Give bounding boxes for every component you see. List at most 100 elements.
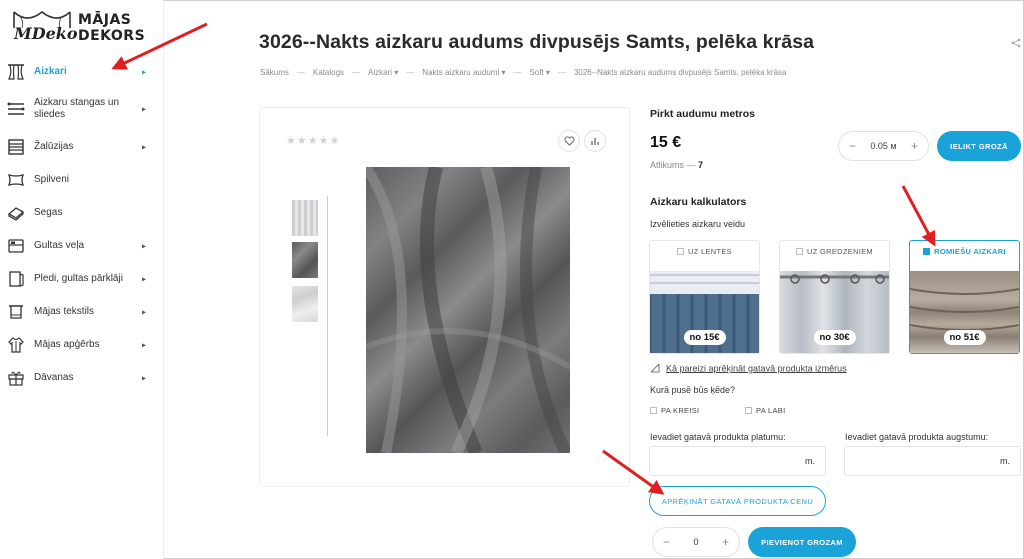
curtain-type-card[interactable]: UZ LENTES no 15€ bbox=[649, 240, 760, 354]
curtain-rod-icon bbox=[6, 99, 26, 119]
breadcrumb-item[interactable]: Aizkari ▾ bbox=[368, 68, 398, 77]
ruler-icon bbox=[650, 363, 660, 375]
rating-stars[interactable]: ★★★★★ bbox=[286, 134, 340, 147]
thumbnail-image[interactable] bbox=[292, 242, 318, 278]
chevron-right-icon: ▸ bbox=[141, 307, 146, 316]
breadcrumb-separator: — bbox=[513, 68, 522, 77]
blinds-icon bbox=[6, 137, 26, 157]
fabric-drape-illustration bbox=[366, 167, 570, 453]
product-main-image[interactable] bbox=[366, 167, 570, 453]
checkbox[interactable] bbox=[650, 406, 657, 414]
curtain-type-label-text: ROMIEŠU AIZKARI bbox=[934, 247, 1006, 256]
add-to-cart-button[interactable]: IELIKT GROZĀ bbox=[937, 131, 1021, 161]
sidebar-item-davanas[interactable]: Dāvanas ▸ bbox=[0, 361, 164, 394]
chain-left-option[interactable]: PA KREISI bbox=[650, 406, 699, 415]
breadcrumb-separator: — bbox=[296, 68, 305, 77]
thumbnail-image[interactable] bbox=[292, 286, 318, 322]
sidebar-item-majas-tekstils[interactable]: Mājas tekstils ▸ bbox=[0, 295, 164, 328]
chain-left-label: PA KREISI bbox=[661, 406, 700, 415]
checkbox[interactable] bbox=[796, 247, 803, 255]
chevron-right-icon: ▸ bbox=[141, 373, 146, 382]
sidebar-item-segas[interactable]: Segas bbox=[0, 196, 164, 229]
chain-side-question: Kurā pusē būs ķēde? bbox=[650, 385, 736, 395]
bottom-quantity-stepper: − 0 + bbox=[652, 527, 740, 557]
curtain-type-title: UZ GREDZENIEM bbox=[780, 247, 889, 256]
sidebar-item-label: Gultas veļa bbox=[34, 239, 85, 251]
product-price: 15 € bbox=[650, 134, 682, 151]
quantity-unit: м bbox=[890, 141, 897, 151]
throw-icon bbox=[6, 269, 26, 289]
page-title: 3026--Nakts aizkaru audums divpusējs Sam… bbox=[259, 31, 815, 53]
compare-chart-icon[interactable] bbox=[584, 130, 606, 152]
increase-button[interactable]: + bbox=[722, 535, 729, 549]
breadcrumb-separator: — bbox=[406, 68, 415, 77]
breadcrumb-item[interactable]: Sākums bbox=[260, 68, 289, 77]
wishlist-heart-icon[interactable] bbox=[558, 130, 580, 152]
chain-right-label: PA LABI bbox=[756, 406, 786, 415]
robe-icon bbox=[6, 335, 26, 355]
checkbox[interactable] bbox=[677, 247, 685, 255]
calculate-price-button[interactable]: APRĒĶINĀT GATAVĀ PRODUKTA CENU bbox=[649, 486, 826, 516]
height-label: Ievadiet gatavā produkta augstumu: bbox=[845, 432, 989, 442]
width-input[interactable]: m. bbox=[649, 446, 826, 476]
quantity-value[interactable]: 0.05 м bbox=[870, 141, 896, 151]
curtain-type-label-text: UZ LENTES bbox=[688, 247, 732, 256]
curtain-type-price: no 51€ bbox=[943, 330, 986, 345]
add-to-basket-button[interactable]: PIEVIENOT GROZAM bbox=[748, 527, 856, 557]
sidebar-item-label: Žalūzijas bbox=[34, 140, 74, 152]
decrease-button[interactable]: − bbox=[849, 139, 856, 153]
sidebar-item-label: Dāvanas bbox=[34, 371, 74, 383]
breadcrumb-item[interactable]: Katalogs bbox=[313, 68, 344, 77]
breadcrumb-separator: — bbox=[352, 68, 361, 77]
thumbnail-image[interactable] bbox=[292, 200, 318, 236]
category-nav: Aizkari ▸ Aizkaru stangas un sliedes ▸ Ž… bbox=[0, 55, 164, 394]
checkbox-checked[interactable] bbox=[923, 247, 931, 255]
chain-right-option[interactable]: PA LABI bbox=[745, 406, 785, 415]
height-input[interactable]: m. bbox=[844, 446, 1021, 476]
curtain-type-title: ROMIEŠU AIZKARI bbox=[910, 247, 1019, 256]
chevron-right-icon: ▸ bbox=[141, 340, 146, 349]
logo-line1: MĀJAS bbox=[78, 12, 132, 28]
height-unit: m. bbox=[1000, 456, 1010, 466]
chevron-right-icon: ▸ bbox=[141, 104, 146, 114]
curtain-type-title: UZ LENTES bbox=[650, 247, 759, 256]
quantity-number: 0.05 bbox=[870, 141, 888, 151]
sidebar-item-label: Segas bbox=[34, 206, 63, 218]
thumbnail-strip bbox=[288, 196, 328, 436]
breadcrumb-item[interactable]: Nakts aizkaru audumi ▾ bbox=[422, 68, 505, 77]
share-icon[interactable] bbox=[1011, 38, 1021, 51]
measure-guide-link[interactable]: Kā pareizi aprēķināt gatavā produkta izm… bbox=[650, 363, 847, 375]
chevron-right-icon: ▸ bbox=[141, 241, 146, 250]
breadcrumb-item[interactable]: Soft ▾ bbox=[529, 68, 549, 77]
curtain-type-label-text: UZ GREDZENIEM bbox=[807, 247, 873, 256]
sidebar-item-pledi[interactable]: Pledi, gultas pārklāji ▸ bbox=[0, 262, 164, 295]
logo-script: MDeko bbox=[14, 24, 78, 43]
sidebar-item-label: Spilveni bbox=[34, 173, 70, 185]
logo-line2: DEKORS bbox=[78, 28, 146, 44]
stock-value: 7 bbox=[698, 160, 704, 170]
increase-button[interactable]: + bbox=[911, 139, 918, 153]
sidebar-item-aizkari[interactable]: Aizkari ▸ bbox=[0, 55, 164, 88]
pillow-icon bbox=[6, 170, 26, 190]
curtain-type-label: Izvēlieties aizkaru veidu bbox=[650, 219, 746, 229]
site-logo[interactable]: MDeko MĀJAS DEKORS bbox=[4, 6, 154, 50]
calculator-heading: Aizkaru kalkulators bbox=[650, 196, 747, 208]
curtain-type-card-selected[interactable]: ROMIEŠU AIZKARI no 51€ bbox=[909, 240, 1020, 354]
sidebar-item-zaluzijas[interactable]: Žalūzijas ▸ bbox=[0, 130, 164, 163]
stock-label: Atlikums — bbox=[650, 160, 696, 170]
measure-guide-text: Kā pareizi aprēķināt gatavā produkta izm… bbox=[666, 363, 847, 374]
decrease-button[interactable]: − bbox=[663, 535, 670, 549]
breadcrumb-current: 3026--Nakts aizkaru audums divpusējs Sam… bbox=[573, 68, 787, 77]
checkbox[interactable] bbox=[745, 406, 752, 414]
sidebar-item-spilveni[interactable]: Spilveni bbox=[0, 163, 164, 196]
sidebar-item-label: Aizkaru stangas un sliedes bbox=[34, 97, 120, 120]
sidebar-item-majas-apgerbs[interactable]: Mājas apģērbs ▸ bbox=[0, 328, 164, 361]
sidebar-item-stangas[interactable]: Aizkaru stangas un sliedes ▸ bbox=[0, 88, 164, 130]
width-label: Ievadiet gatavā produkta platumu: bbox=[650, 432, 786, 442]
logo-text: MĀJAS DEKORS bbox=[78, 12, 145, 44]
curtain-type-price: no 30€ bbox=[813, 330, 856, 345]
quantity-number[interactable]: 0 bbox=[693, 537, 698, 547]
curtain-type-card[interactable]: UZ GREDZENIEM no 30€ bbox=[779, 240, 890, 354]
sidebar-item-gultas-vela[interactable]: Gultas veļa ▸ bbox=[0, 229, 164, 262]
sidebar-item-label: Aizkari bbox=[34, 65, 67, 77]
